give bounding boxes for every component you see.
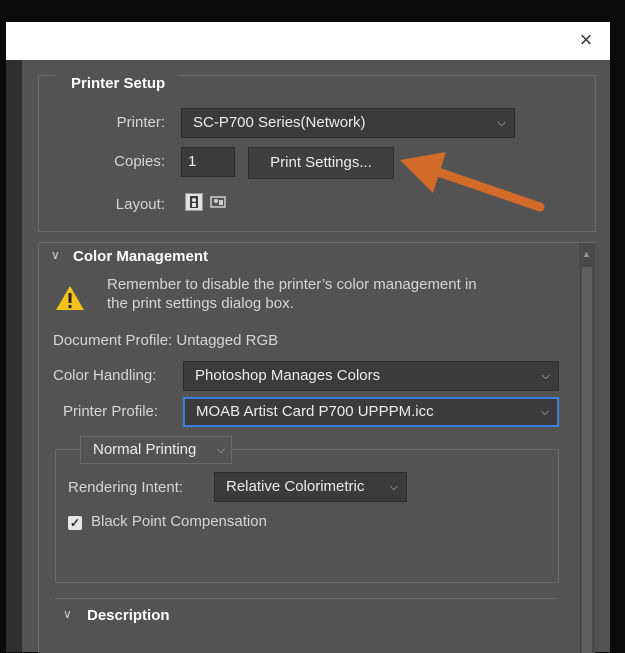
dialog-title-bar: × [6, 22, 610, 60]
portrait-layout-icon[interactable] [185, 193, 203, 211]
black-point-label[interactable]: Black Point Compensation [91, 513, 267, 530]
scroll-thumb[interactable] [582, 267, 592, 653]
scroll-up-icon[interactable]: ▲ [582, 249, 591, 259]
warning-icon [56, 286, 84, 310]
black-point-checkbox[interactable]: ✓ [68, 516, 82, 530]
printer-select-value: SC-P700 Series(Network) [193, 114, 366, 131]
collapse-chevron-icon[interactable]: ∨ [51, 248, 60, 262]
printer-profile-value: MOAB Artist Card P700 UPPPM.icc [196, 403, 434, 420]
printing-mode-value: Normal Printing [93, 441, 197, 458]
printer-profile-select[interactable]: MOAB Artist Card P700 UPPPM.icc ⌵ [183, 397, 559, 427]
layout-label: Layout: [115, 196, 165, 213]
printing-options-box: Normal Printing ⌵ Rendering Intent: Rela… [55, 436, 559, 583]
rendering-intent-select[interactable]: Relative Colorimetric ⌵ [214, 472, 407, 502]
printer-label: Printer: [116, 114, 165, 131]
description-divider [55, 598, 557, 599]
chevron-down-icon: ⌵ [540, 406, 549, 418]
color-handling-label: Color Handling: [53, 367, 157, 384]
print-settings-pane: Printer Setup Printer: SC-P700 Series(Ne… [22, 60, 610, 653]
scrollbar[interactable]: ▲ [579, 243, 595, 653]
description-title: Description [87, 607, 170, 624]
copies-field[interactable]: 1 [181, 147, 235, 177]
chevron-down-icon: ⌵ [389, 481, 398, 493]
printer-select[interactable]: SC-P700 Series(Network) ⌵ [181, 108, 515, 138]
chevron-down-icon: ⌵ [541, 370, 550, 382]
printer-profile-label: Printer Profile: [63, 403, 159, 420]
rendering-intent-label: Rendering Intent: [68, 479, 184, 496]
color-management-panel: ∨ Color Management Remember to disable t… [38, 242, 595, 653]
printer-setup-panel: Printer Setup Printer: SC-P700 Series(Ne… [38, 73, 596, 232]
collapse-chevron-icon[interactable]: ∨ [63, 607, 72, 621]
chevron-down-icon: ⌵ [497, 117, 506, 129]
close-icon[interactable]: × [574, 28, 598, 52]
warning-message: Remember to disable the printer’s color … [107, 276, 477, 312]
document-profile: Document Profile: Untagged RGB [53, 332, 279, 349]
printing-mode-select[interactable]: Normal Printing ⌵ [80, 436, 232, 464]
chevron-down-icon: ⌵ [216, 444, 225, 456]
copies-label: Copies: [114, 153, 165, 170]
color-management-title: Color Management [73, 248, 209, 265]
landscape-layout-icon[interactable] [209, 193, 227, 211]
color-handling-value: Photoshop Manages Colors [195, 367, 381, 384]
color-handling-select[interactable]: Photoshop Manages Colors ⌵ [183, 361, 559, 391]
preview-edge [6, 60, 22, 652]
rendering-intent-value: Relative Colorimetric [226, 478, 365, 495]
printer-setup-title: Printer Setup [55, 73, 179, 95]
print-settings-button[interactable]: Print Settings... [248, 147, 394, 179]
